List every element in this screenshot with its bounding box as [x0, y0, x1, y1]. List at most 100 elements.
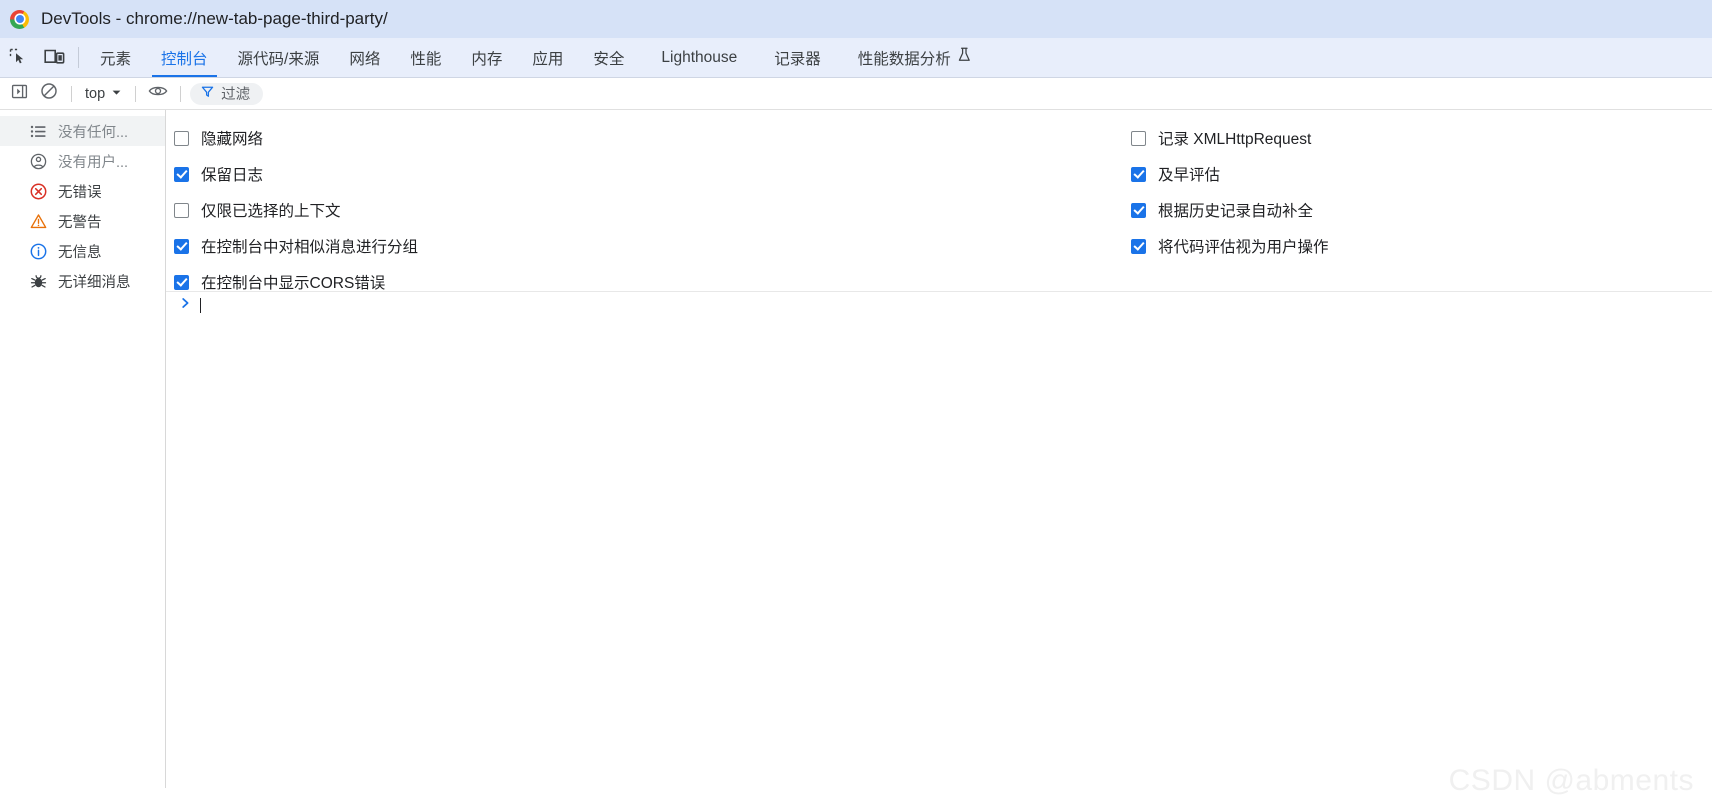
tab-label: 性能 — [410, 50, 442, 68]
console-toolbar: top 过滤 — [0, 78, 1712, 110]
inspect-element-icon — [9, 48, 28, 67]
clear-console-icon — [40, 82, 58, 105]
tabstrip-separator — [78, 47, 79, 68]
javascript-context-selector[interactable]: top — [79, 84, 128, 104]
tab-label: 应用 — [532, 50, 564, 68]
device-toolbar-icon — [43, 48, 65, 67]
setting-label: 在控制台中显示CORS错误 — [201, 275, 386, 292]
console-main-panel: 隐藏网络 保留日志 仅限已选择的上下文 在控制台中对相似消息进行分组 在控制台中 — [166, 110, 1712, 788]
tab-recorder[interactable]: 记录器 — [759, 38, 836, 77]
tab-label: 安全 — [593, 50, 625, 68]
checkbox[interactable] — [1131, 166, 1146, 182]
setting-label: 隐藏网络 — [201, 131, 264, 148]
setting-autocomplete-from-history[interactable]: 根据历史记录自动补全 — [1131, 192, 1329, 228]
tab-application[interactable]: 应用 — [517, 38, 578, 77]
console-settings-pane: 隐藏网络 保留日志 仅限已选择的上下文 在控制台中对相似消息进行分组 在控制台中 — [166, 110, 1712, 292]
setting-label: 仅限已选择的上下文 — [201, 203, 341, 220]
setting-label: 保留日志 — [201, 167, 264, 184]
console-body: 没有任何... 没有用户... 无错误 无警告 无信息 无详细消息 隐藏网络 保… — [0, 110, 1712, 788]
setting-evaluate-as-user-action[interactable]: 将代码评估视为用户操作 — [1131, 228, 1329, 264]
toolbar-separator-2 — [135, 85, 137, 102]
tab-label: 源代码/来源 — [237, 50, 320, 68]
checkbox[interactable] — [174, 238, 189, 254]
csdn-watermark: CSDN @abments — [1448, 764, 1694, 797]
setting-label: 记录 XMLHttpRequest — [1158, 131, 1312, 148]
bug-verbose-icon — [30, 273, 47, 290]
tab-label: 元素 — [100, 50, 132, 68]
tab-label: 内存 — [471, 50, 503, 68]
filter-funnel-icon — [201, 85, 214, 103]
setting-eager-evaluation[interactable]: 及早评估 — [1131, 156, 1329, 192]
window-titlebar: DevTools - chrome://new-tab-page-third-p… — [0, 0, 1712, 38]
tab-console[interactable]: 控制台 — [146, 38, 223, 77]
info-circle-icon — [30, 243, 47, 260]
tab-label: 性能数据分析 — [857, 50, 951, 68]
sidebar-item-warnings[interactable]: 无警告 — [0, 206, 165, 236]
list-messages-icon — [30, 123, 47, 140]
error-circle-icon — [30, 183, 47, 200]
window-title: DevTools - chrome://new-tab-page-third-p… — [41, 9, 388, 28]
tab-label: 控制台 — [161, 50, 208, 68]
tab-label: 记录器 — [774, 50, 821, 68]
tab-label: 网络 — [349, 50, 381, 68]
sidebar-item-label: 无详细消息 — [58, 274, 131, 291]
sidebar-item-label: 无错误 — [58, 184, 102, 201]
device-toolbar-button[interactable] — [36, 38, 72, 77]
chrome-logo-icon — [10, 9, 29, 29]
warning-triangle-icon — [30, 213, 47, 230]
checkbox[interactable] — [174, 274, 189, 290]
devtools-tabstrip: 元素 控制台 源代码/来源 网络 性能 内存 应用 安全 Lighthouse … — [0, 38, 1712, 78]
setting-label: 在控制台中对相似消息进行分组 — [201, 239, 419, 256]
live-expression-eye-icon — [148, 83, 168, 104]
checkbox[interactable] — [174, 202, 189, 218]
sidebar-item-label: 无警告 — [58, 214, 102, 231]
setting-log-xmlhttprequests[interactable]: 记录 XMLHttpRequest — [1131, 120, 1329, 156]
checkbox[interactable] — [1131, 130, 1146, 146]
toolbar-separator-3 — [180, 85, 182, 102]
inspect-element-button[interactable] — [0, 38, 36, 77]
console-settings-left-column: 隐藏网络 保留日志 仅限已选择的上下文 在控制台中对相似消息进行分组 在控制台中 — [174, 120, 418, 300]
sidebar-item-all-messages[interactable]: 没有任何... — [0, 116, 165, 146]
checkbox[interactable] — [1131, 202, 1146, 218]
setting-label: 及早评估 — [1158, 167, 1221, 184]
console-sidebar: 没有任何... 没有用户... 无错误 无警告 无信息 无详细消息 — [0, 110, 166, 788]
setting-label: 将代码评估视为用户操作 — [1158, 239, 1329, 256]
tab-sources[interactable]: 源代码/来源 — [223, 38, 335, 77]
toolbar-separator-1 — [71, 85, 72, 102]
tab-elements[interactable]: 元素 — [85, 38, 146, 77]
tab-memory[interactable]: 内存 — [456, 38, 517, 77]
checkbox[interactable] — [174, 130, 189, 146]
sidebar-item-label: 没有任何... — [58, 124, 129, 141]
clear-console-button[interactable] — [34, 81, 64, 107]
tab-label: Lighthouse — [661, 48, 738, 66]
show-console-sidebar-icon — [11, 83, 28, 105]
setting-selected-context-only[interactable]: 仅限已选择的上下文 — [174, 192, 418, 228]
console-sidebar-toggle-button[interactable] — [4, 81, 34, 107]
sidebar-item-user-messages[interactable]: 没有用户... — [0, 146, 165, 176]
flask-experiment-icon — [958, 47, 971, 68]
setting-show-cors-errors[interactable]: 在控制台中显示CORS错误 — [174, 264, 418, 300]
context-value: top — [85, 85, 106, 102]
console-filter-input[interactable]: 过滤 — [190, 82, 264, 105]
setting-hide-network[interactable]: 隐藏网络 — [174, 120, 418, 156]
checkbox[interactable] — [1131, 238, 1146, 254]
tab-performance-insights[interactable]: 性能数据分析 — [836, 38, 993, 77]
user-message-icon — [30, 153, 47, 170]
sidebar-item-label: 无信息 — [58, 244, 102, 261]
live-expression-button[interactable] — [143, 81, 173, 107]
checkbox[interactable] — [174, 166, 189, 182]
chevron-down-icon — [111, 86, 122, 102]
setting-label: 根据历史记录自动补全 — [1158, 203, 1314, 220]
tab-performance[interactable]: 性能 — [395, 38, 456, 77]
sidebar-item-errors[interactable]: 无错误 — [0, 176, 165, 206]
filter-placeholder-text: 过滤 — [221, 87, 251, 103]
sidebar-item-info[interactable]: 无信息 — [0, 236, 165, 266]
sidebar-item-label: 没有用户... — [58, 154, 129, 171]
tab-network[interactable]: 网络 — [334, 38, 395, 77]
setting-group-similar[interactable]: 在控制台中对相似消息进行分组 — [174, 228, 418, 264]
sidebar-item-verbose[interactable]: 无详细消息 — [0, 266, 165, 296]
tab-lighthouse[interactable]: Lighthouse — [639, 38, 759, 77]
console-settings-right-column: 记录 XMLHttpRequest 及早评估 根据历史记录自动补全 将代码评估视… — [1131, 120, 1329, 264]
setting-preserve-log[interactable]: 保留日志 — [174, 156, 418, 192]
tab-security[interactable]: 安全 — [578, 38, 639, 77]
